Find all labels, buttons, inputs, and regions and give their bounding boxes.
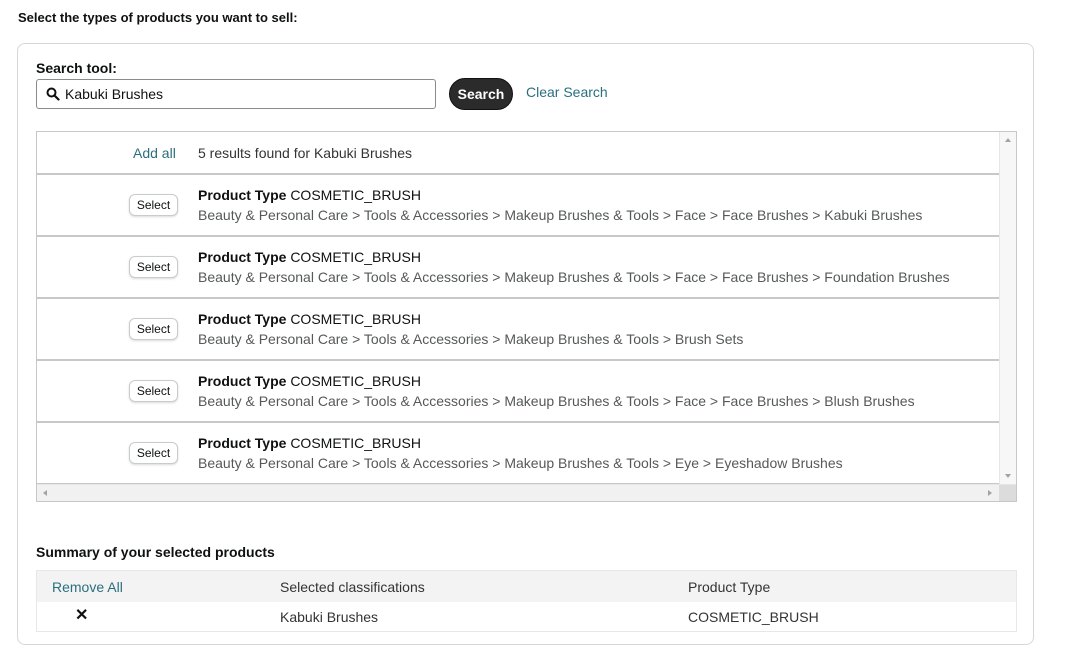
product-type-label: Product Type — [198, 311, 287, 327]
result-row: Select Product Type COSMETIC_BRUSH Beaut… — [37, 361, 999, 423]
results-count: 5 results found for Kabuki Brushes — [198, 145, 413, 161]
search-icon — [46, 87, 60, 101]
result-row: Select Product Type COSMETIC_BRUSH Beaut… — [37, 423, 999, 485]
select-button[interactable]: Select — [129, 194, 178, 216]
remove-all-link[interactable]: Remove All — [52, 579, 123, 595]
summary-header: Remove All Selected classifications Prod… — [37, 571, 1016, 602]
scroll-up-icon[interactable] — [1005, 138, 1011, 142]
scroll-right-icon[interactable] — [988, 490, 992, 496]
search-input[interactable] — [65, 80, 430, 108]
search-button[interactable]: Search — [449, 78, 513, 110]
page-intro: Select the types of products you want to… — [18, 10, 298, 25]
product-type-selector-page: Select the types of products you want to… — [0, 0, 1087, 654]
product-type-value: COSMETIC_BRUSH — [290, 311, 421, 327]
summary-title: Summary of your selected products — [36, 544, 275, 560]
summary-row: ✕ Kabuki Brushes COSMETIC_BRUSH — [37, 602, 1016, 631]
category-path: Beauty & Personal Care > Tools & Accesso… — [198, 455, 843, 471]
horizontal-scrollbar[interactable] — [37, 484, 1016, 501]
results-inner: Add all 5 results found for Kabuki Brush… — [37, 132, 999, 485]
select-button[interactable]: Select — [129, 318, 178, 340]
result-row: Select Product Type COSMETIC_BRUSH Beaut… — [37, 299, 999, 361]
results-list[interactable]: Add all 5 results found for Kabuki Brush… — [36, 131, 1017, 502]
category-path: Beauty & Personal Care > Tools & Accesso… — [198, 331, 744, 347]
add-all-link[interactable]: Add all — [133, 145, 176, 161]
result-row: Select Product Type COSMETIC_BRUSH Beaut… — [37, 237, 999, 299]
selected-classification: Kabuki Brushes — [280, 609, 379, 625]
product-type-label: Product Type — [198, 187, 287, 203]
product-type-value: COSMETIC_BRUSH — [290, 187, 421, 203]
scroll-down-icon[interactable] — [1005, 474, 1011, 478]
select-button[interactable]: Select — [129, 380, 178, 402]
product-type-label: Product Type — [198, 435, 287, 451]
product-type-value: COSMETIC_BRUSH — [290, 373, 421, 389]
clear-search-link[interactable]: Clear Search — [526, 84, 608, 100]
results-header: Add all 5 results found for Kabuki Brush… — [37, 132, 999, 175]
summary-table: Remove All Selected classifications Prod… — [36, 570, 1017, 632]
search-box[interactable] — [36, 79, 436, 109]
search-label: Search tool: — [36, 60, 117, 76]
category-path: Beauty & Personal Care > Tools & Accesso… — [198, 207, 923, 223]
product-type-line: Product Type COSMETIC_BRUSH — [198, 373, 421, 389]
product-type-value: COSMETIC_BRUSH — [290, 435, 421, 451]
product-type-line: Product Type COSMETIC_BRUSH — [198, 435, 421, 451]
product-type-label: Product Type — [198, 373, 287, 389]
result-row: Select Product Type COSMETIC_BRUSH Beaut… — [37, 175, 999, 237]
select-button[interactable]: Select — [129, 256, 178, 278]
scrollbar-corner — [999, 485, 1016, 501]
close-icon[interactable]: ✕ — [75, 608, 88, 624]
product-type-label: Product Type — [198, 249, 287, 265]
product-type-line: Product Type COSMETIC_BRUSH — [198, 311, 421, 327]
product-type-line: Product Type COSMETIC_BRUSH — [198, 187, 421, 203]
column-header-product-type: Product Type — [688, 579, 771, 595]
vertical-scrollbar[interactable] — [999, 132, 1016, 484]
column-header-classifications: Selected classifications — [280, 579, 425, 595]
selected-product-type: COSMETIC_BRUSH — [688, 609, 819, 625]
select-button[interactable]: Select — [129, 442, 178, 464]
category-path: Beauty & Personal Care > Tools & Accesso… — [198, 269, 950, 285]
product-type-value: COSMETIC_BRUSH — [290, 249, 421, 265]
category-path: Beauty & Personal Care > Tools & Accesso… — [198, 393, 915, 409]
product-type-line: Product Type COSMETIC_BRUSH — [198, 249, 421, 265]
scroll-left-icon[interactable] — [43, 490, 47, 496]
